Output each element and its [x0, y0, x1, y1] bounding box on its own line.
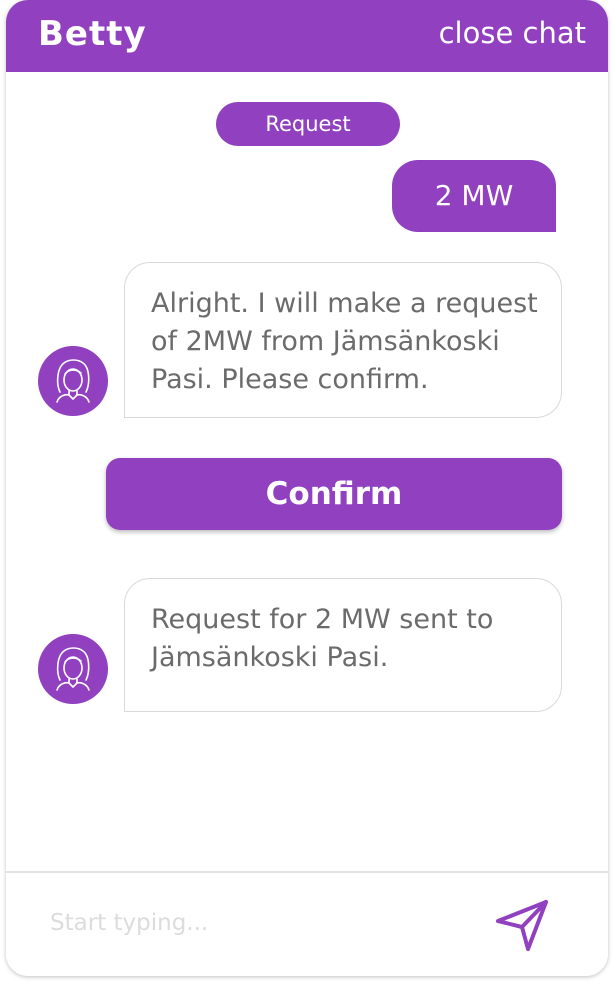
- bot-avatar: [38, 634, 108, 704]
- request-tag[interactable]: Request: [216, 102, 400, 146]
- message-composer: [6, 873, 608, 976]
- confirm-button[interactable]: Confirm: [106, 458, 562, 530]
- message-input[interactable]: [50, 895, 470, 951]
- chat-window: Betty close chat Request 2 MW Alright. I…: [6, 0, 608, 976]
- bot-message-bubble: Alright. I will make a request of 2MW fr…: [124, 262, 562, 418]
- send-button[interactable]: [492, 897, 552, 957]
- bot-avatar: [38, 346, 108, 416]
- user-message-bubble: 2 MW: [392, 160, 556, 232]
- close-chat-button[interactable]: close chat: [439, 16, 586, 50]
- woman-avatar-icon: [56, 359, 90, 403]
- send-icon: [496, 900, 548, 951]
- woman-avatar-icon: [56, 647, 90, 691]
- chat-title: Betty: [38, 14, 147, 54]
- bot-message-bubble: Request for 2 MW sent to Jämsänkoski Pas…: [124, 578, 562, 712]
- chat-header: Betty close chat: [6, 0, 608, 72]
